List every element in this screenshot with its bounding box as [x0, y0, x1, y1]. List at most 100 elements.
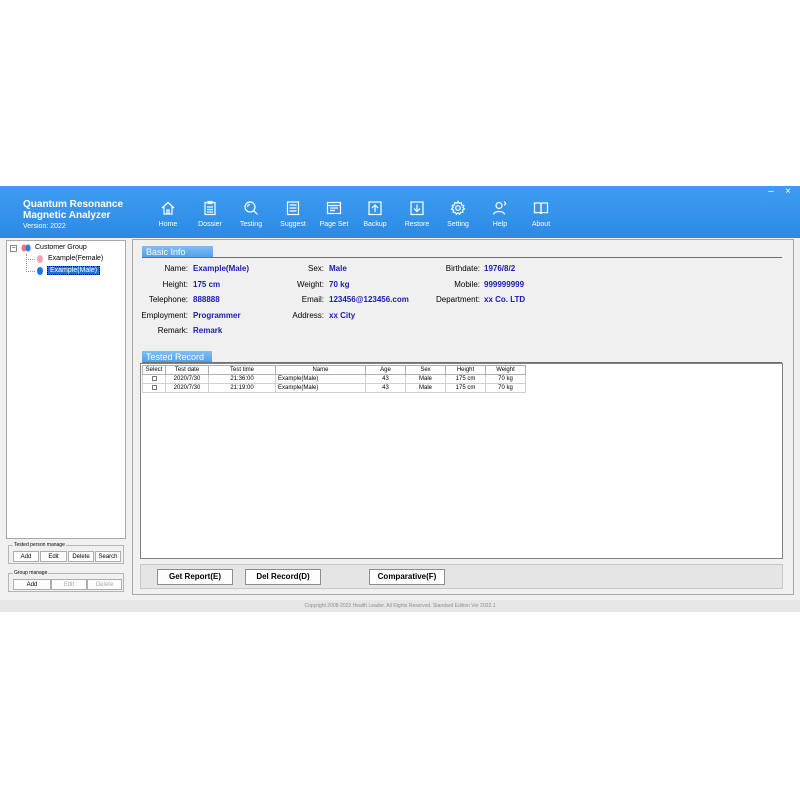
- toolbar-about-button[interactable]: About: [521, 200, 561, 234]
- toolbar-dossier-button[interactable]: Dossier: [190, 200, 230, 234]
- age-cell: 43: [365, 383, 406, 393]
- email-label: Email:: [301, 295, 324, 304]
- remark-label: Remark:: [157, 326, 188, 335]
- tested-person-manage-group: Tested person manage Add Edit Delete Sea…: [8, 542, 124, 564]
- tree-item-example-female[interactable]: Example(Female): [48, 255, 103, 262]
- toolbar-page-set-label: Page Set: [319, 221, 349, 228]
- table-row[interactable]: 2020/7/30 21:36:00 Example(Male) 43 Male…: [142, 374, 526, 384]
- toolbar-home-label: Home: [158, 221, 178, 228]
- row-checkbox[interactable]: [151, 384, 157, 390]
- del-record-button[interactable]: Del Record(D): [245, 569, 321, 585]
- toolbar-restore-label: Restore: [404, 221, 430, 228]
- app-title-line1: Quantum Resonance: [23, 199, 124, 210]
- action-bar: Get Report(E) Del Record(D) Comparative(…: [140, 564, 783, 589]
- sex-label: Sex:: [307, 264, 324, 273]
- tree-item-example-male[interactable]: Example(Male): [47, 266, 101, 275]
- group-edit-button[interactable]: Edit: [51, 579, 87, 590]
- height-value: 175 cm: [193, 280, 221, 289]
- test-time-cell: 21:19:00: [208, 383, 276, 393]
- height-label: Height:: [162, 280, 188, 289]
- address-label: Address:: [292, 311, 324, 320]
- col-test-date[interactable]: Test date: [165, 365, 209, 375]
- col-select[interactable]: Select: [142, 365, 166, 375]
- group-manage-group: Group manage Add Edit Delete: [8, 570, 124, 592]
- tested-record-table-box[interactable]: Select Test date Test time Name Age Sex …: [140, 363, 783, 559]
- person-edit-button[interactable]: Edit: [40, 551, 67, 562]
- tested-record-table: Select Test date Test time Name Age Sex …: [142, 365, 526, 393]
- person-search-button[interactable]: Search: [95, 551, 121, 562]
- magnifier-icon: [244, 201, 258, 215]
- get-report-button[interactable]: Get Report(E): [157, 569, 233, 585]
- title-toolbar: Quantum Resonance Magnetic Analyzer Vers…: [0, 186, 800, 238]
- table-row[interactable]: 2020/7/30 21:19:00 Example(Male) 43 Male…: [142, 383, 526, 393]
- toolbar-page-set-button[interactable]: Page Set: [314, 200, 354, 234]
- minimize-button[interactable]: –: [765, 187, 777, 197]
- mobile-label: Mobile:: [454, 280, 480, 289]
- download-icon: [410, 201, 424, 216]
- row-select-cell[interactable]: [142, 383, 166, 393]
- toolbar-backup-label: Backup: [363, 221, 387, 228]
- toolbar-setting-button[interactable]: Setting: [438, 200, 478, 234]
- toolbar-testing-label: Testing: [239, 221, 263, 228]
- mobile-value: 999999999: [484, 280, 525, 289]
- department-label: Department:: [435, 295, 480, 304]
- gear-icon: [450, 200, 466, 216]
- email-value: 123456@123456.com: [329, 295, 409, 304]
- telephone-label: Telephone:: [148, 295, 188, 304]
- toolbar-backup-button[interactable]: Backup: [355, 200, 395, 234]
- sex-cell: Male: [405, 374, 446, 384]
- row-select-cell[interactable]: [142, 374, 166, 384]
- col-test-time[interactable]: Test time: [208, 365, 276, 375]
- height-cell: 175 cm: [445, 374, 486, 384]
- group-manage-title: Group manage: [13, 570, 49, 576]
- test-date-cell: 2020/7/30: [165, 383, 209, 393]
- employment-label: Employment:: [141, 311, 188, 320]
- toolbar-help-button[interactable]: Help: [480, 200, 520, 234]
- tree-root-customer-group[interactable]: Customer Group: [35, 244, 87, 251]
- customer-tree[interactable]: − Customer Group Example(Female) Example…: [6, 240, 126, 539]
- address-value: xx City: [329, 311, 356, 320]
- group-icon: [21, 244, 31, 252]
- department-value: xx Co. LTD: [484, 295, 526, 304]
- col-name[interactable]: Name: [275, 365, 366, 375]
- test-time-cell: 21:36:00: [208, 374, 276, 384]
- status-bar: Copyright 2008-2022 Health Leader. All R…: [0, 600, 800, 612]
- app-title-line2: Magnetic Analyzer: [23, 210, 111, 221]
- tested-person-manage-title: Tested person manage: [13, 542, 66, 548]
- collapse-toggle[interactable]: −: [10, 245, 17, 252]
- name-cell: Example(Male): [275, 383, 366, 393]
- toolbar-about-label: About: [531, 221, 551, 228]
- book-icon: [533, 202, 549, 215]
- clipboard-icon: [204, 200, 216, 216]
- female-icon: [37, 255, 43, 263]
- app-window: Quantum Resonance Magnetic Analyzer Vers…: [0, 186, 800, 612]
- toolbar-suggest-label: Suggest: [280, 221, 306, 228]
- remark-value: Remark: [193, 326, 223, 335]
- weight-cell: 70 kg: [485, 383, 526, 393]
- toolbar-restore-button[interactable]: Restore: [397, 200, 437, 234]
- close-button[interactable]: ×: [782, 187, 794, 197]
- toolbar-testing-button[interactable]: Testing: [231, 200, 271, 234]
- home-icon: [161, 201, 175, 215]
- comparative-button[interactable]: Comparative(F): [369, 569, 445, 585]
- group-delete-button[interactable]: Delete: [87, 579, 122, 590]
- weight-value: 70 kg: [329, 280, 350, 289]
- col-height[interactable]: Height: [445, 365, 486, 375]
- app-title: Quantum Resonance Magnetic Analyzer: [23, 199, 123, 221]
- employment-value: Programmer: [193, 311, 241, 320]
- age-cell: 43: [365, 374, 406, 384]
- col-weight[interactable]: Weight: [485, 365, 526, 375]
- group-add-button[interactable]: Add: [13, 579, 51, 590]
- app-version: Version: 2022: [23, 223, 66, 230]
- col-age[interactable]: Age: [365, 365, 406, 375]
- person-add-button[interactable]: Add: [13, 551, 39, 562]
- toolbar-suggest-button[interactable]: Suggest: [273, 200, 313, 234]
- toolbar-home-button[interactable]: Home: [148, 200, 188, 234]
- telephone-value: 888888: [193, 295, 220, 304]
- person-delete-button[interactable]: Delete: [68, 551, 94, 562]
- sex-cell: Male: [405, 383, 446, 393]
- upload-icon: [368, 201, 382, 216]
- row-checkbox[interactable]: [151, 375, 157, 381]
- col-sex[interactable]: Sex: [405, 365, 446, 375]
- main-panel: Basic Info Name: Example(Male) Sex: Male…: [132, 239, 794, 595]
